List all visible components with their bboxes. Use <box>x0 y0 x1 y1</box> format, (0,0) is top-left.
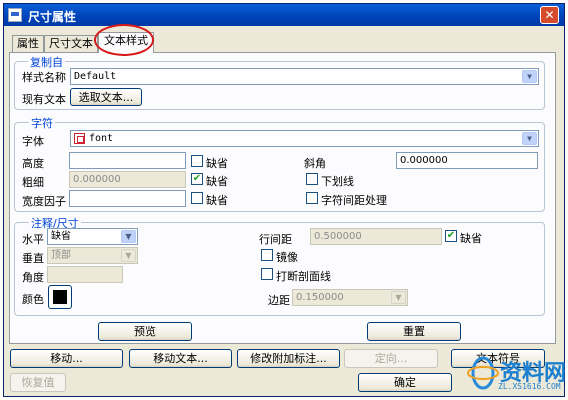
thickness-default-checkbox[interactable]: ✔ <box>191 173 203 185</box>
vertical-label: 垂直 <box>22 252 44 265</box>
height-input[interactable] <box>69 152 186 169</box>
character-legend: 字符 <box>29 115 55 131</box>
color-picker-button[interactable] <box>48 285 72 309</box>
chevron-down-icon[interactable]: ▼ <box>522 70 537 83</box>
mirror-label: 镜像 <box>276 251 298 264</box>
window-title: 尺寸属性 <box>28 10 77 24</box>
color-swatch <box>53 290 67 304</box>
break-hatch-checkbox[interactable] <box>261 268 273 280</box>
existing-text-label: 现有文本 <box>22 93 66 106</box>
height-default-checkbox[interactable] <box>191 155 203 167</box>
style-name-value: Default <box>74 71 117 82</box>
vertical-select[interactable]: 顶部 ▼ <box>47 247 138 264</box>
style-name-label: 样式名称 <box>22 71 66 84</box>
move-button[interactable]: 移动... <box>10 349 123 368</box>
underline-checkbox[interactable] <box>306 173 318 185</box>
font-select[interactable]: font ▼ <box>70 130 539 147</box>
close-button[interactable]: ✕ <box>540 6 559 24</box>
restore-button[interactable]: 恢复值 <box>10 373 66 392</box>
checkmark-icon: ✔ <box>446 230 456 241</box>
chevron-down-icon[interactable]: ▼ <box>391 291 406 304</box>
tab-text-style[interactable]: 文本样式 <box>98 32 154 53</box>
width-factor-input[interactable] <box>69 190 186 207</box>
horizontal-value: 缺省 <box>51 231 71 242</box>
mirror-checkbox[interactable] <box>261 249 273 261</box>
preview-button[interactable]: 预览 <box>98 322 192 341</box>
title-bar[interactable]: 尺寸属性 ✕ <box>4 4 564 26</box>
font-icon <box>74 133 85 144</box>
orient-button[interactable]: 定向... <box>344 349 438 368</box>
ok-button[interactable]: 确定 <box>358 373 452 392</box>
tab-properties[interactable]: 属性 <box>12 35 44 52</box>
watermark-logo-icon <box>467 356 499 390</box>
reset-button[interactable]: 重置 <box>367 322 461 341</box>
angle-input[interactable] <box>47 266 123 283</box>
color-label: 颜色 <box>22 293 44 306</box>
angle-label: 角度 <box>22 271 44 284</box>
tab-label: 属性 <box>17 37 39 50</box>
underline-label: 下划线 <box>321 175 354 188</box>
close-icon: ✕ <box>544 8 555 22</box>
kerning-label: 字符间距处理 <box>321 194 387 207</box>
copy-from-legend: 复制自 <box>28 54 65 70</box>
tab-dimension-text[interactable]: 尺寸文本 <box>44 35 98 52</box>
modify-attach-button[interactable]: 修改附加标注... <box>237 349 340 368</box>
width-factor-label: 宽度因子 <box>22 195 66 208</box>
horizontal-select[interactable]: 缺省 ▼ <box>47 228 138 245</box>
line-spacing-default-label: 缺省 <box>460 232 482 245</box>
select-text-button[interactable]: 选取文本... <box>70 88 142 106</box>
line-spacing-label: 行间距 <box>259 233 292 246</box>
margin-value: 0.150000 <box>296 292 344 303</box>
margin-label: 边距 <box>268 294 290 307</box>
watermark-url: ZL.XS1616.COM <box>498 382 561 391</box>
window-app-icon <box>8 8 22 22</box>
style-name-select[interactable]: Default ▼ <box>70 68 539 85</box>
tab-label: 文本样式 <box>104 34 148 47</box>
slant-label: 斜角 <box>304 157 326 170</box>
font-value: font <box>89 133 114 144</box>
height-label: 高度 <box>22 157 44 170</box>
horizontal-label: 水平 <box>22 233 44 246</box>
break-hatch-label: 打断剖面线 <box>276 270 331 283</box>
line-spacing-input[interactable]: 0.500000 <box>310 228 442 245</box>
thickness-input[interactable]: 0.000000 <box>69 171 186 188</box>
line-spacing-default-checkbox[interactable]: ✔ <box>445 230 457 242</box>
chevron-down-icon[interactable]: ▼ <box>121 249 136 262</box>
slant-input[interactable]: 0.000000 <box>396 152 538 169</box>
chevron-down-icon[interactable]: ▼ <box>522 132 537 145</box>
width-default-checkbox[interactable] <box>191 192 203 204</box>
font-label: 字体 <box>22 135 44 148</box>
thickness-label: 粗细 <box>22 176 44 189</box>
thickness-default-label: 缺省 <box>206 175 228 188</box>
margin-select[interactable]: 0.150000 ▼ <box>292 289 408 306</box>
kerning-checkbox[interactable] <box>306 192 318 204</box>
vertical-value: 顶部 <box>51 250 71 261</box>
height-default-label: 缺省 <box>206 157 228 170</box>
width-default-label: 缺省 <box>206 194 228 207</box>
move-text-button[interactable]: 移动文本... <box>129 349 232 368</box>
checkmark-icon: ✔ <box>192 173 202 184</box>
chevron-down-icon[interactable]: ▼ <box>121 230 136 243</box>
tab-label: 尺寸文本 <box>49 37 93 50</box>
